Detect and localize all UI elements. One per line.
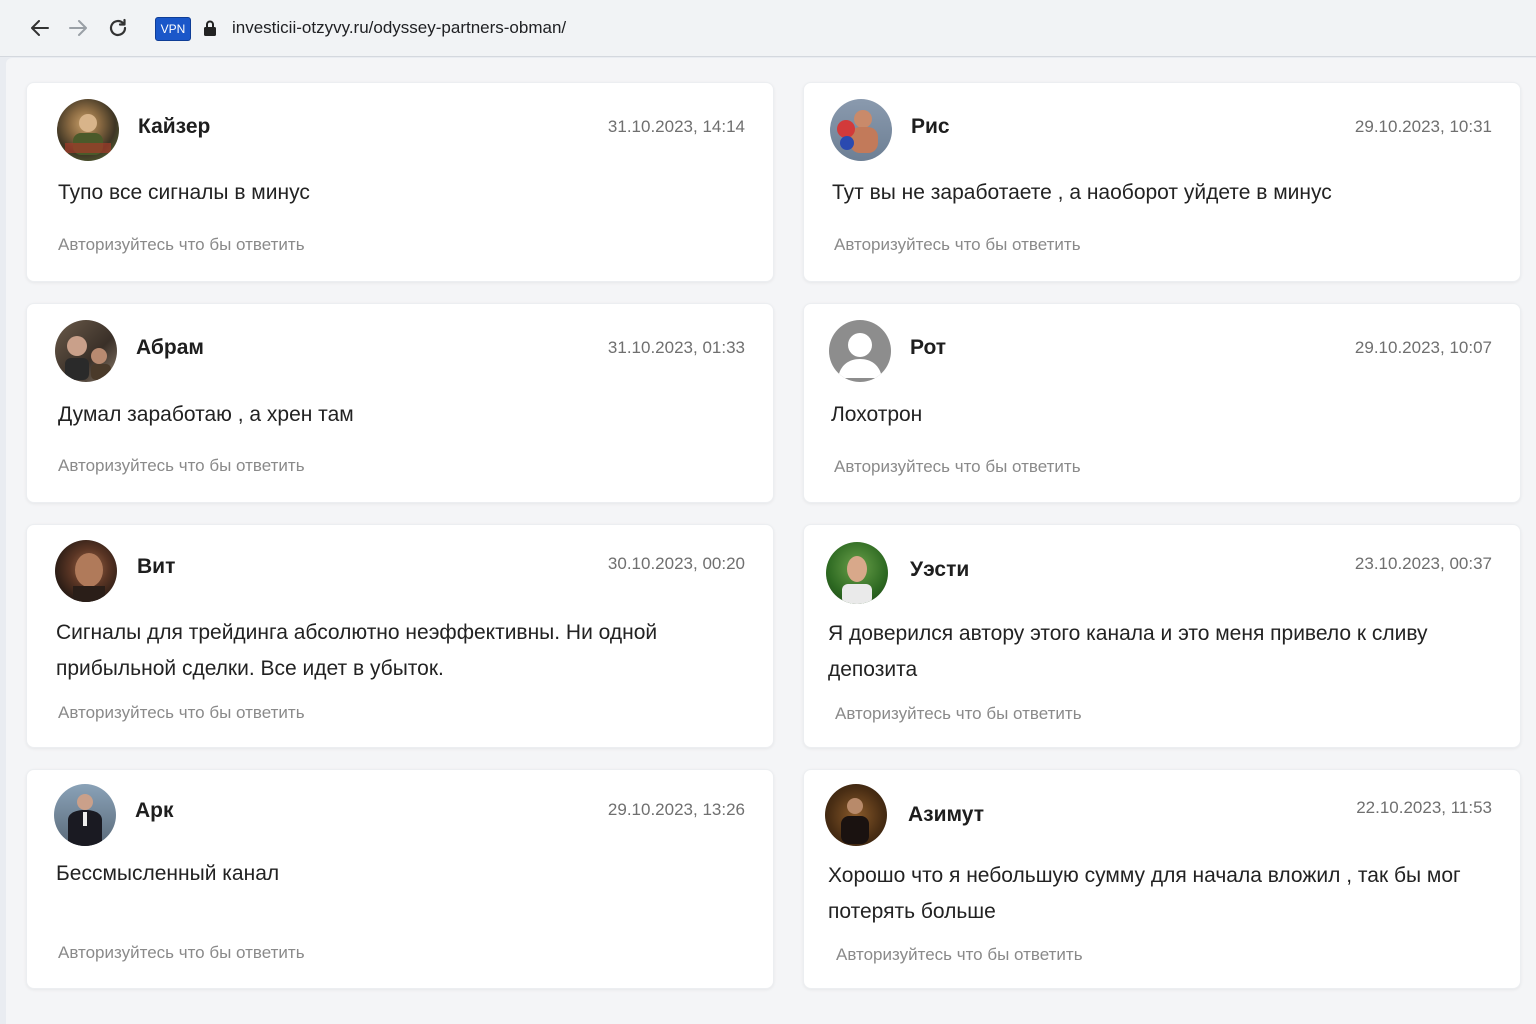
- comment-date: 29.10.2023, 10:07: [1354, 338, 1492, 357]
- comment-date: 23.10.2023, 00:37: [1354, 554, 1492, 573]
- comment-author[interactable]: Арк: [135, 799, 174, 823]
- comment-author[interactable]: Абрам: [136, 336, 204, 360]
- user-avatar: [55, 320, 117, 382]
- comment-text: Думал заработаю , а хрен там: [58, 403, 354, 426]
- comment-text: Сигналы для трейдинга абсолютно неэффект…: [56, 621, 658, 680]
- comment-author[interactable]: Рис: [911, 115, 950, 139]
- vpn-badge[interactable]: VPN: [155, 17, 191, 41]
- photo-avatar-icon: [837, 110, 878, 153]
- user-avatar: [57, 99, 119, 161]
- photo-avatar-icon: [68, 794, 102, 846]
- comment-text: Лохотрон: [831, 403, 923, 426]
- comment-date: 22.10.2023, 11:53: [1356, 798, 1492, 817]
- comment-author[interactable]: Рот: [910, 336, 946, 360]
- lock-icon[interactable]: [203, 19, 217, 37]
- comment-author[interactable]: Уэсти: [910, 558, 969, 582]
- comment-card: Вит 30.10.2023, 00:20 Сигналы для трейди…: [26, 524, 774, 748]
- reload-icon: [109, 18, 127, 37]
- photo-avatar-icon: [65, 114, 111, 155]
- photo-avatar-icon: [73, 553, 105, 602]
- user-avatar: [54, 784, 116, 846]
- comment-text: Тут вы не заработаете , а наоборот уйдет…: [832, 181, 1332, 204]
- user-avatar: [830, 99, 892, 161]
- reload-button[interactable]: [104, 14, 132, 42]
- comment-date: 31.10.2023, 14:14: [607, 117, 745, 136]
- comment-card: Уэсти 23.10.2023, 00:37 Я доверился авто…: [803, 524, 1521, 748]
- comment-date: 29.10.2023, 13:26: [607, 800, 745, 819]
- comment-card: Рис 29.10.2023, 10:31 Тут вы не заработа…: [803, 82, 1521, 282]
- photo-avatar-icon: [841, 798, 869, 844]
- comment-text: Я доверился автору этого канала и это ме…: [828, 622, 1428, 681]
- back-button[interactable]: [26, 14, 54, 42]
- user-avatar: [55, 540, 117, 602]
- browser-toolbar: VPN investicii-otzyvy.ru/odyssey-partner…: [0, 0, 1536, 57]
- comment-author[interactable]: Азимут: [908, 803, 984, 827]
- comment-card: Арк 29.10.2023, 13:26 Бессмысленный кана…: [26, 769, 774, 989]
- user-avatar: [825, 784, 887, 846]
- comment-text: Хорошо что я небольшую сумму для начала …: [828, 864, 1461, 923]
- reply-login-link[interactable]: Авторизуйтесь что бы ответить: [58, 943, 305, 963]
- comment-text: Бессмысленный канал: [56, 862, 280, 885]
- comment-author[interactable]: Кайзер: [138, 115, 210, 139]
- reply-login-link[interactable]: Авторизуйтесь что бы ответить: [834, 457, 1081, 477]
- comment-author[interactable]: Вит: [137, 555, 175, 579]
- user-avatar: [829, 320, 891, 382]
- comment-date: 31.10.2023, 01:33: [607, 338, 745, 357]
- reply-login-link[interactable]: Авторизуйтесь что бы ответить: [58, 456, 305, 476]
- forward-button[interactable]: [64, 14, 92, 42]
- photo-avatar-icon: [65, 336, 111, 380]
- comment-date: 30.10.2023, 00:20: [607, 554, 745, 573]
- arrow-left-icon: [31, 20, 49, 36]
- user-avatar: [826, 542, 888, 604]
- arrow-right-icon: [69, 20, 87, 36]
- photo-avatar-icon: [842, 556, 872, 604]
- reply-login-link[interactable]: Авторизуйтесь что бы ответить: [835, 704, 1082, 724]
- reply-login-link[interactable]: Авторизуйтесь что бы ответить: [58, 703, 305, 723]
- page-content: Кайзер 31.10.2023, 14:14 Тупо все сигнал…: [6, 58, 1536, 1024]
- comment-card: Азимут 22.10.2023, 11:53 Хорошо что я не…: [803, 769, 1521, 989]
- reply-login-link[interactable]: Авторизуйтесь что бы ответить: [834, 235, 1081, 255]
- default-user-icon: [838, 333, 882, 378]
- address-bar-url[interactable]: investicii-otzyvy.ru/odyssey-partners-ob…: [232, 17, 566, 39]
- comment-card: Абрам 31.10.2023, 01:33 Думал заработаю …: [26, 303, 774, 503]
- comment-date: 29.10.2023, 10:31: [1354, 117, 1492, 136]
- comment-card: Кайзер 31.10.2023, 14:14 Тупо все сигнал…: [26, 82, 774, 282]
- comment-card: Рот 29.10.2023, 10:07 Лохотрон Авторизуй…: [803, 303, 1521, 503]
- comment-text: Тупо все сигналы в минус: [58, 181, 310, 204]
- reply-login-link[interactable]: Авторизуйтесь что бы ответить: [58, 235, 305, 255]
- reply-login-link[interactable]: Авторизуйтесь что бы ответить: [836, 945, 1083, 965]
